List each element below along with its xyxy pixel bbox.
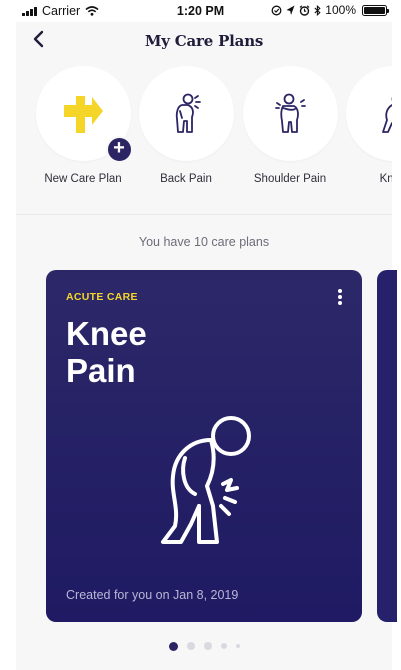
plan-label: Back Pain	[160, 173, 212, 185]
plan-circle	[138, 66, 234, 161]
plan-label: Shoulder Pain	[253, 173, 327, 185]
shoulder-pain-icon	[275, 93, 306, 133]
card-title: Knee Pain	[66, 315, 147, 389]
back-pain-plan-item[interactable]: Back Pain	[136, 66, 236, 185]
new-care-plan-item[interactable]: + New Care Plan	[33, 66, 133, 185]
screen-lock-icon	[271, 5, 282, 15]
plan-circle	[345, 66, 392, 161]
plan-circle	[242, 66, 338, 161]
plan-label: Knee	[379, 173, 392, 185]
knee-pain-illustration	[141, 410, 271, 555]
page-title: My Care Plans	[144, 32, 264, 50]
section-divider	[16, 214, 392, 215]
card-title-line-2: Pain	[66, 352, 136, 389]
bluetooth-icon	[314, 4, 321, 16]
status-bar: Carrier 1:20 PM 100%	[0, 0, 401, 22]
battery-icon	[362, 4, 389, 16]
shoulder-pain-plan-item[interactable]: Shoulder Pain	[240, 66, 340, 185]
plan-circle: +	[35, 66, 133, 163]
plan-label: New Care Plan	[44, 173, 122, 185]
next-card-preview[interactable]	[377, 270, 397, 622]
page-dot[interactable]	[203, 642, 212, 650]
card-created-date: Created for you on Jan 8, 2019	[66, 588, 239, 602]
app-screen: My Care Plans + New Care Plan Back Pain …	[16, 22, 397, 670]
card-title-line-1: Knee	[66, 315, 147, 352]
pagination-dots	[16, 640, 392, 652]
alarm-icon	[299, 4, 310, 16]
knee-pain-figure-icon	[161, 416, 251, 544]
page-dot[interactable]	[235, 644, 240, 648]
add-plan-button[interactable]: +	[105, 136, 133, 163]
battery-percent: 100%	[325, 3, 356, 17]
page-dot[interactable]	[220, 643, 227, 649]
care-plan-count: You have 10 care plans	[138, 235, 270, 249]
location-icon	[286, 5, 295, 15]
knee-pain-plan-item[interactable]: Knee	[343, 66, 392, 185]
add-plan-icon	[64, 95, 103, 133]
page-dot-active[interactable]	[168, 641, 178, 651]
nav-bar: My Care Plans	[16, 22, 392, 62]
care-plan-carousel[interactable]: + New Care Plan Back Pain Shoulder Pain …	[16, 66, 392, 216]
care-plan-card[interactable]: ACUTE CARE Knee Pain Created for you on …	[46, 270, 362, 622]
page-dot[interactable]	[186, 642, 195, 650]
care-type-badge: ACUTE CARE	[66, 291, 138, 303]
status-right: 100%	[271, 3, 389, 17]
more-options-button[interactable]	[332, 287, 348, 309]
knee-pain-icon	[382, 96, 392, 133]
back-pain-icon	[175, 93, 201, 133]
